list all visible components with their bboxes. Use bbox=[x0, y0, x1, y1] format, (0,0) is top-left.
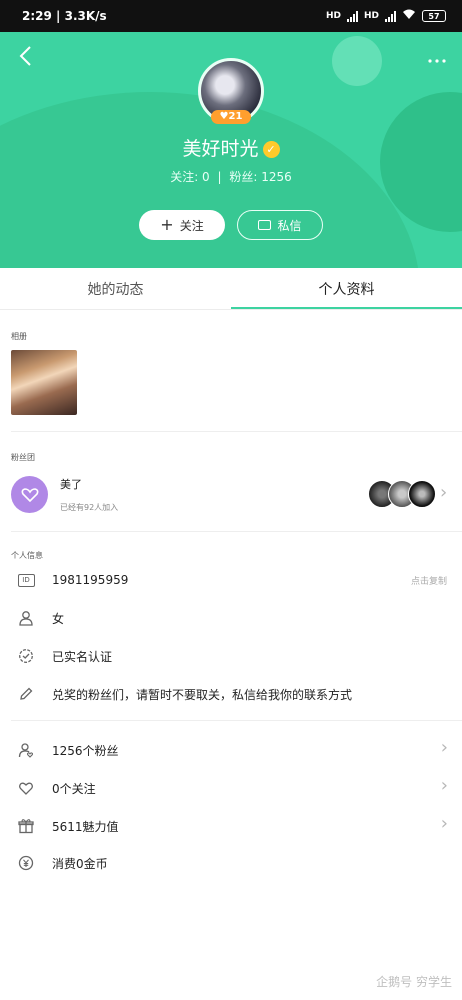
tab-posts[interactable]: 她的动态 bbox=[0, 268, 231, 309]
user-icon bbox=[17, 609, 35, 627]
id-icon: ID bbox=[17, 571, 35, 589]
row-spent: 消费0金币 bbox=[0, 850, 462, 876]
message-button[interactable]: 私信 bbox=[237, 210, 323, 240]
coin-icon bbox=[17, 854, 35, 872]
fan-club-icon[interactable] bbox=[11, 476, 48, 513]
following-count[interactable]: 关注: 0 bbox=[170, 170, 210, 184]
more-icon bbox=[428, 59, 446, 63]
chevron-right-icon: › bbox=[440, 737, 448, 758]
battery-icon: 57 bbox=[422, 10, 446, 22]
following-count-text: 0个关注 bbox=[52, 781, 96, 796]
member-avatars[interactable] bbox=[368, 480, 438, 508]
verified-icon: ✓ bbox=[262, 141, 280, 158]
status-bar: 2:29 | 3.3K/s HD HD 57 bbox=[0, 0, 462, 32]
follow-stats: 关注: 0 | 粉丝: 1256 bbox=[0, 168, 462, 185]
verification-status: 已实名认证 bbox=[52, 649, 113, 664]
bio-text: 兑奖的粉丝们，请暂时不要取关，私信给我你的联系方式 bbox=[52, 687, 353, 702]
username-text: 美好时光 bbox=[182, 138, 259, 160]
verified-badge-icon bbox=[17, 647, 35, 665]
coins-spent-text: 消费0金币 bbox=[52, 856, 108, 871]
info-row-gender: 女 bbox=[0, 605, 462, 631]
gift-icon bbox=[17, 817, 35, 835]
row-fans[interactable]: 1256个粉丝 › bbox=[0, 737, 462, 763]
charm-value-text: 5611魅力值 bbox=[52, 819, 119, 834]
pencil-icon bbox=[17, 685, 35, 703]
stats-separator: | bbox=[217, 170, 222, 184]
fan-club-name[interactable]: 美了 bbox=[60, 476, 82, 492]
chevron-right-icon: › bbox=[440, 813, 448, 834]
tab-profile[interactable]: 个人资料 bbox=[231, 268, 462, 309]
chevron-right-icon[interactable]: › bbox=[440, 482, 447, 503]
chevron-right-icon: › bbox=[440, 775, 448, 796]
username: 美好时光 ✓ bbox=[0, 134, 462, 161]
watermark: 企鹅号 穷学生 bbox=[376, 975, 452, 989]
more-button[interactable] bbox=[422, 44, 452, 74]
level-badge: ♥21 bbox=[211, 110, 251, 124]
copy-id-button[interactable]: 点击复制 bbox=[411, 574, 447, 587]
status-left: 2:29 | 3.3K/s bbox=[22, 9, 107, 23]
fan-club-title: 粉丝团 bbox=[11, 453, 35, 462]
divider bbox=[11, 720, 462, 721]
status-right: HD HD 57 bbox=[326, 9, 446, 23]
heart-icon: ♥ bbox=[219, 111, 229, 122]
chevron-left-icon bbox=[19, 46, 31, 66]
fans-count[interactable]: 粉丝: 1256 bbox=[229, 170, 291, 184]
wifi-icon bbox=[402, 9, 416, 23]
follow-button-label: 关注 bbox=[179, 218, 204, 233]
row-following[interactable]: 0个关注 › bbox=[0, 775, 462, 801]
personal-info-title: 个人信息 bbox=[11, 551, 43, 560]
plus-icon: + bbox=[160, 215, 174, 234]
profile-header: ♥21 美好时光 ✓ 关注: 0 | 粉丝: 1256 + 关注 私信 bbox=[0, 32, 462, 268]
tab-indicator bbox=[231, 307, 462, 309]
album-photo[interactable] bbox=[11, 350, 77, 415]
network-label-1: HD bbox=[325, 11, 341, 21]
back-button[interactable] bbox=[10, 44, 40, 74]
user-id: 1981195959 bbox=[52, 573, 129, 587]
status-speed: 3.3K/s bbox=[64, 9, 107, 23]
id-badge: ID bbox=[17, 573, 35, 587]
mail-icon bbox=[258, 220, 272, 230]
status-time: 2:29 bbox=[22, 9, 52, 23]
signal-icon-1 bbox=[346, 10, 358, 22]
info-row-bio: 兑奖的粉丝们，请暂时不要取关，私信给我你的联系方式 bbox=[0, 681, 462, 707]
fan-club-members: 已经有92人加入 bbox=[60, 503, 119, 512]
profile-tabs: 她的动态 个人资料 bbox=[0, 268, 462, 310]
fans-count-text: 1256个粉丝 bbox=[52, 743, 119, 758]
album-title: 相册 bbox=[11, 332, 27, 341]
heart-icon bbox=[17, 779, 35, 797]
message-button-label: 私信 bbox=[277, 218, 302, 233]
level-value: 21 bbox=[228, 111, 243, 122]
member-avatar bbox=[408, 480, 436, 508]
info-row-id: ID 1981195959 点击复制 bbox=[0, 567, 462, 593]
row-charm[interactable]: 5611魅力值 › bbox=[0, 813, 462, 839]
info-row-verified: 已实名认证 bbox=[0, 643, 462, 669]
fans-icon bbox=[17, 741, 35, 759]
network-label-2: HD bbox=[363, 11, 379, 21]
divider bbox=[11, 431, 462, 432]
signal-icon-2 bbox=[385, 10, 396, 22]
status-sep: | bbox=[56, 9, 65, 23]
follow-button[interactable]: + 关注 bbox=[139, 210, 225, 240]
decor-circle bbox=[332, 36, 382, 86]
gender: 女 bbox=[52, 611, 65, 626]
divider bbox=[11, 531, 462, 532]
